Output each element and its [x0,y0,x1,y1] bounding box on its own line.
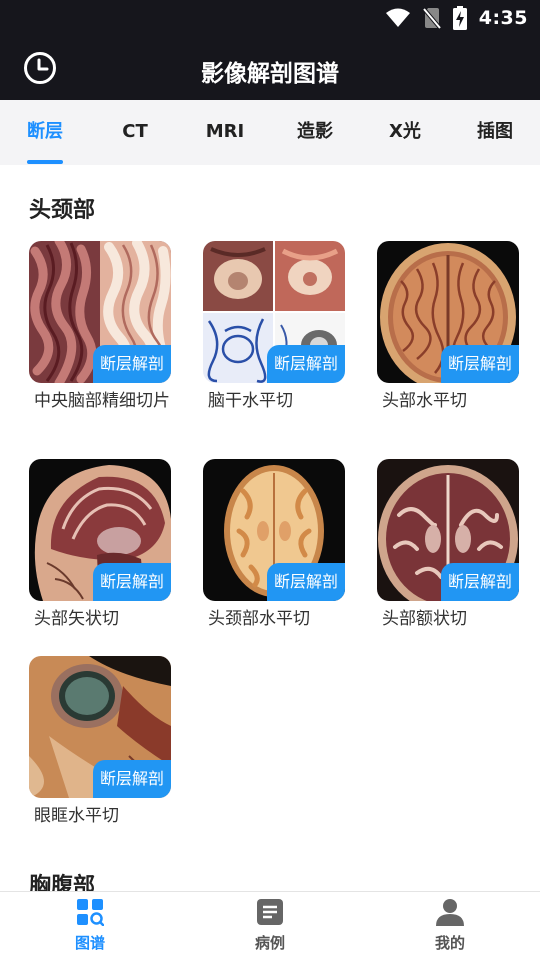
nav-cases[interactable]: 病例 [220,892,320,961]
atlas-grid-icon [77,899,104,926]
bottom-navigation: 图谱 病例 我的 [0,891,540,960]
card-caption: 中央脑部精细切片 [34,391,170,411]
atlas-card[interactable]: 断层解剖 脑干水平切 [203,241,345,412]
status-time: 4:35 [478,7,528,29]
no-sim-icon [422,7,441,29]
thumbnail-orbit-axial-section: 断层解剖 [29,656,171,798]
card-caption: 头颈部水平切 [208,609,310,629]
section-badge: 断层解剖 [92,563,171,601]
status-bar: 4:35 [0,0,540,36]
tab-section[interactable]: 断层 [0,100,90,165]
atlas-card[interactable]: 断层解剖 头部额状切 [377,459,519,630]
card-caption: 头部水平切 [382,391,467,411]
nav-atlas[interactable]: 图谱 [40,892,140,961]
nav-label: 病例 [254,934,285,952]
wifi-icon [385,8,410,27]
section-title-head-neck: 头颈部 [29,198,96,223]
document-icon [257,899,283,925]
nav-label: 我的 [434,934,465,952]
card-caption: 头部矢状切 [34,609,119,629]
card-caption: 眼眶水平切 [34,806,119,826]
card-caption: 头部额状切 [382,609,467,629]
nav-profile[interactable]: 我的 [400,892,500,961]
atlas-card[interactable]: 断层解剖 头部水平切 [377,241,519,412]
atlas-card[interactable]: 断层解剖 眼眶水平切 [29,656,171,827]
section-badge: 断层解剖 [440,345,519,383]
thumbnail-head-axial-section: 断层解剖 [377,241,519,383]
section-badge: 断层解剖 [92,760,171,798]
page-title: 影像解剖图谱 [201,61,339,87]
status-icons: 4:35 [385,6,528,30]
tab-xray[interactable]: X光 [360,100,450,165]
thumbnail-head-coronal-section: 断层解剖 [377,459,519,601]
category-tabs: 断层 CT MRI 造影 X光 插图 [0,100,540,165]
profile-icon [436,899,464,926]
section-badge: 断层解剖 [92,345,171,383]
section-badge: 断层解剖 [440,563,519,601]
atlas-card[interactable]: 断层解剖 中央脑部精细切片 [29,241,171,412]
tab-ct[interactable]: CT [90,100,180,165]
battery-charging-icon [452,6,467,30]
atlas-card[interactable]: 断层解剖 头部矢状切 [29,459,171,630]
thumbnail-brain-detail-slice: 断层解剖 [29,241,171,383]
thumbnail-head-neck-axial-section: 断层解剖 [203,459,345,601]
nav-label: 图谱 [74,934,105,952]
card-caption: 脑干水平切 [208,391,293,411]
active-tab-indicator [27,160,63,164]
tab-angiography[interactable]: 造影 [270,100,360,165]
thumbnail-brainstem-axial-grid: 断层解剖 [203,241,345,383]
tab-illustration[interactable]: 插图 [450,100,540,165]
section-badge: 断层解剖 [266,563,345,601]
app-bar: 影像解剖图谱 [0,36,540,100]
tab-mri[interactable]: MRI [180,100,270,165]
section-badge: 断层解剖 [266,345,345,383]
atlas-card[interactable]: 断层解剖 头颈部水平切 [203,459,345,630]
thumbnail-head-sagittal-section: 断层解剖 [29,459,171,601]
